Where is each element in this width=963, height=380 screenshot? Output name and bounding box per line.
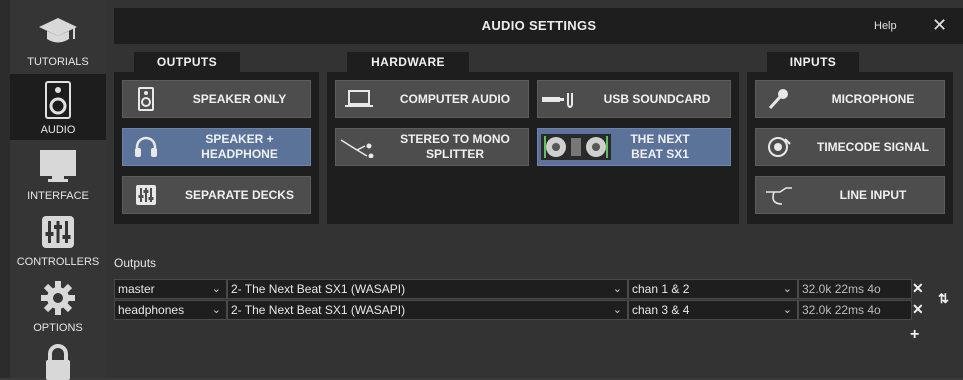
sidebar-item-label: OPTIONS [33, 322, 83, 334]
speaker-only-button[interactable]: SPEAKER ONLY [122, 80, 311, 118]
sidebar-item-label: CONTROLLERS [16, 256, 100, 268]
latency-info: 32.0k 22ms 4o [798, 279, 912, 299]
button-label: MICROPHONE [831, 91, 915, 106]
gear-icon [38, 278, 78, 318]
output-name-value: master [118, 282, 155, 296]
sidebar-item-controllers[interactable]: CONTROLLERS [10, 206, 106, 272]
output-name-value: headphones [118, 303, 185, 317]
channel-select[interactable]: chan 3 & 4 ⌄ [628, 300, 798, 320]
close-button[interactable]: ✕ [932, 15, 947, 36]
button-label: TIMECODE SIGNAL [816, 139, 929, 154]
output-name-select[interactable]: master ⌄ [114, 279, 227, 299]
speaker-icon [38, 80, 78, 120]
chevron-down-icon: ⌄ [211, 283, 221, 295]
button-label: STEREO TO MONO SPLITTER [400, 132, 510, 161]
timecode-signal-button[interactable]: TIMECODE SIGNAL [755, 128, 945, 166]
sidebar-item-label: INTERFACE [27, 190, 89, 202]
chevron-down-icon: ⌄ [612, 283, 622, 295]
speaker-headphone-button[interactable]: SPEAKER + HEADPHONE [122, 128, 311, 166]
the-next-beat-sx1-button[interactable]: THE NEXT BEAT SX1 [537, 128, 731, 166]
chevron-down-icon: ⌄ [211, 304, 221, 316]
device-select[interactable]: 2- The Next Beat SX1 (WASAPI) ⌄ [227, 300, 628, 320]
controller-thumbnail-icon [538, 134, 614, 160]
hardware-section-tab: HARDWARE [347, 52, 469, 72]
channel-value: chan 3 & 4 [632, 303, 690, 317]
mixer-icon [123, 185, 169, 205]
laptop-icon [336, 90, 382, 108]
sidebar-item-tutorials[interactable]: TUTORIALS [10, 6, 106, 72]
sidebar-item-label: AUDIO [40, 124, 76, 136]
channel-value: chan 1 & 2 [632, 282, 690, 296]
microphone-button[interactable]: MICROPHONE [755, 80, 945, 118]
sidebar-item-interface[interactable]: INTERFACE [10, 140, 106, 206]
computer-audio-button[interactable]: COMPUTER AUDIO [335, 80, 529, 118]
latency-info: 32.0k 22ms 4o [798, 300, 912, 320]
separate-decks-button[interactable]: SEPARATE DECKS [122, 176, 311, 214]
device-value: 2- The Next Beat SX1 (WASAPI) [231, 282, 406, 296]
device-select[interactable]: 2- The Next Beat SX1 (WASAPI) ⌄ [227, 279, 628, 299]
inputs-section-tab: INPUTS [767, 52, 859, 72]
sidebar-item-options[interactable]: OPTIONS [10, 272, 106, 338]
button-label: THE NEXT BEAT SX1 [630, 132, 690, 161]
outputs-label: Outputs [114, 256, 157, 270]
button-label: SPEAKER ONLY [192, 91, 287, 106]
headphone-icon [123, 136, 169, 158]
vinyl-icon [756, 136, 802, 158]
microphone-icon [756, 88, 802, 110]
channel-select[interactable]: chan 1 & 2 ⌄ [628, 279, 798, 299]
dialog-titlebar: AUDIO SETTINGS Help ✕ [114, 8, 963, 44]
output-name-select[interactable]: headphones ⌄ [114, 300, 227, 320]
remove-row-button[interactable]: ✕ [912, 301, 924, 318]
left-sidebar: TUTORIALS AUDIO INTERFACE CONTROLLERS OP… [0, 0, 106, 380]
button-label: SPEAKER + HEADPHONE [201, 132, 278, 161]
button-label: LINE INPUT [839, 187, 907, 202]
remove-row-button[interactable]: ✕ [912, 280, 924, 297]
button-label: SEPARATE DECKS [185, 187, 294, 202]
button-label: COMPUTER AUDIO [399, 91, 511, 106]
usb-soundcard-icon [538, 89, 584, 109]
cable-jack-icon [756, 184, 802, 206]
lock-icon [38, 344, 78, 380]
graduation-cap-icon [38, 12, 78, 52]
usb-soundcard-button[interactable]: USB SOUNDCARD [537, 80, 731, 118]
speaker-icon [123, 87, 169, 111]
outputs-section-tab: OUTPUTS [134, 52, 240, 72]
dialog-title: AUDIO SETTINGS [481, 18, 597, 33]
sidebar-item-label: TUTORIALS [27, 56, 89, 68]
chevron-down-icon: ⌄ [782, 304, 792, 316]
chevron-down-icon: ⌄ [782, 283, 792, 295]
sidebar-item-audio[interactable]: AUDIO [10, 74, 106, 140]
chevron-down-icon: ⌄ [612, 304, 622, 316]
sidebar-item-lock[interactable] [10, 338, 106, 380]
help-button[interactable]: Help [874, 20, 897, 32]
monitor-icon [38, 146, 78, 186]
line-input-button[interactable]: LINE INPUT [755, 176, 945, 214]
sliders-icon [38, 212, 78, 252]
splitter-cable-icon [336, 136, 382, 158]
stereo-to-mono-splitter-button[interactable]: STEREO TO MONO SPLITTER [335, 128, 529, 166]
button-label: USB SOUNDCARD [603, 91, 711, 106]
add-output-button[interactable]: + [910, 326, 919, 344]
sidebar-edge [0, 0, 10, 378]
device-value: 2- The Next Beat SX1 (WASAPI) [231, 303, 406, 317]
swap-rows-icon[interactable]: ⇅ [938, 291, 949, 307]
